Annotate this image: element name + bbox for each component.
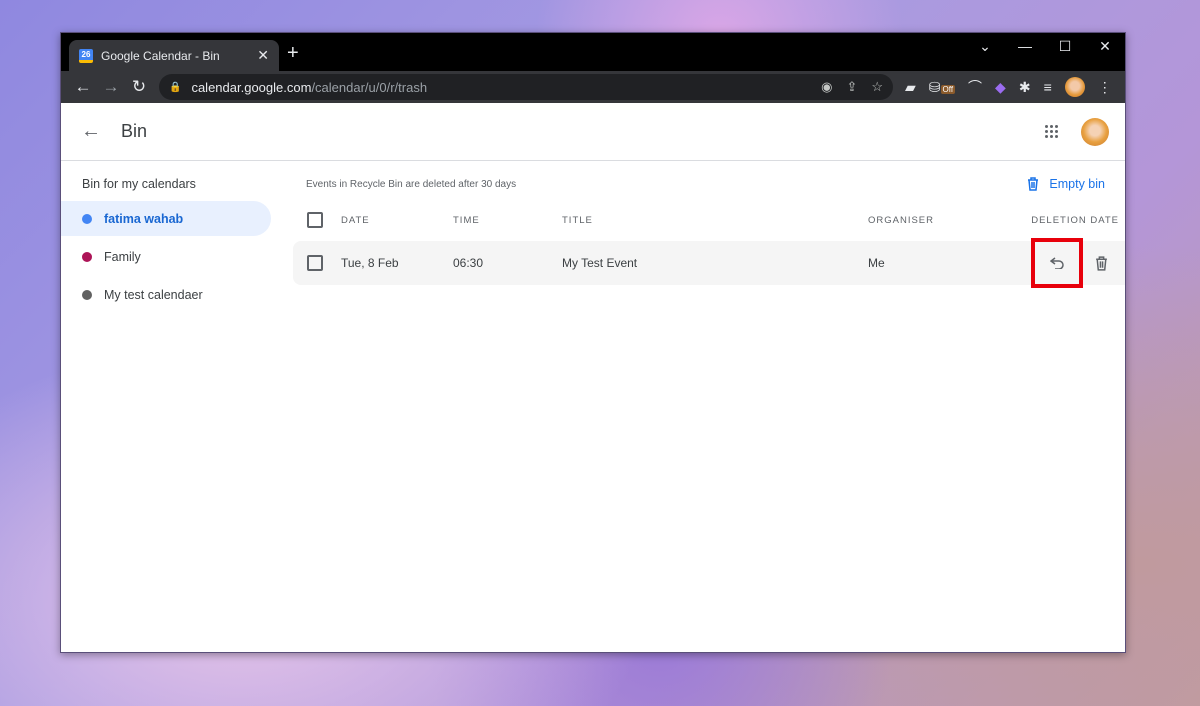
sidebar-item-family[interactable]: Family	[61, 239, 291, 274]
trash-icon	[1028, 177, 1039, 191]
empty-bin-button[interactable]: Empty bin	[1027, 177, 1105, 191]
column-organiser: ORGANISER	[868, 214, 935, 226]
purple-extension-icon[interactable]: ◆	[995, 79, 1006, 96]
reload-icon[interactable]: ↻	[125, 77, 153, 97]
window-controls: ⌄ — ☐ ✕	[965, 33, 1125, 61]
calendar-color-dot	[82, 213, 92, 224]
url-host: calendar.google.com	[191, 79, 312, 95]
sidebar-item-label: Family	[104, 249, 141, 264]
empty-bin-label: Empty bin	[1049, 177, 1105, 191]
sidebar: Bin for my calendars fatima wahab Family…	[61, 161, 291, 312]
sidebar-heading: Bin for my calendars	[82, 177, 196, 191]
profile-avatar-small[interactable]	[1064, 77, 1085, 97]
forward-icon[interactable]: →	[97, 77, 125, 97]
restore-undo-icon	[1050, 257, 1064, 269]
select-all-checkbox[interactable]	[307, 212, 323, 228]
maximize-button[interactable]: ☐	[1045, 33, 1085, 61]
extensions-area: ▰ ⛁ Off ⌒ ◆ ✱ ≡ ⋮	[905, 77, 1112, 97]
back-icon[interactable]: ←	[69, 77, 97, 97]
puzzle-extensions-icon[interactable]: ✱	[1019, 79, 1031, 96]
arc-extension-icon[interactable]: ⌒	[968, 77, 982, 97]
event-title: My Test Event	[562, 256, 638, 270]
note-extension-icon[interactable]: ▰	[905, 79, 916, 96]
close-window-button[interactable]: ✕	[1085, 33, 1125, 61]
restore-button[interactable]	[1031, 238, 1083, 288]
calendar-color-dot	[82, 251, 92, 262]
sidebar-item-label: My test calendaer	[104, 287, 203, 302]
menu-kebab-icon[interactable]: ⋮	[1098, 79, 1112, 96]
media-control-icon[interactable]: ≡	[1044, 79, 1052, 95]
bin-main: Events in Recycle Bin are deleted after …	[291, 161, 1125, 312]
tab-title: Google Calendar - Bin	[101, 48, 220, 63]
tab-strip: 26 Google Calendar - Bin ✕ + ⌄ — ☐ ✕	[61, 33, 1125, 71]
bookmark-star-icon[interactable]: ☆	[871, 79, 883, 95]
event-date: Tue, 8 Feb	[341, 256, 399, 270]
address-bar[interactable]: 🔒 calendar.google.com/calendar/u/0/r/tra…	[159, 74, 893, 100]
google-apps-icon[interactable]	[1045, 124, 1059, 139]
url-path: /calendar/u/0/r/trash	[311, 79, 428, 95]
tab-search-icon[interactable]: ⌄	[965, 33, 1005, 61]
sidebar-item-label: fatima wahab	[104, 211, 184, 226]
table-header: DATE TIME TITLE ORGANISER DELETION DATE	[293, 207, 1125, 233]
column-date: DATE	[341, 214, 370, 226]
table-row[interactable]: Tue, 8 Feb 06:30 My Test Event Me	[293, 238, 1125, 288]
delete-forever-button[interactable]	[1095, 255, 1108, 271]
browser-tab[interactable]: 26 Google Calendar - Bin ✕	[69, 40, 279, 71]
new-tab-button[interactable]: +	[287, 42, 299, 65]
browser-toolbar: ← → ↻ 🔒 calendar.google.com/calendar/u/0…	[61, 71, 1125, 103]
column-time: TIME	[453, 214, 480, 226]
tab-close-icon[interactable]: ✕	[257, 47, 269, 64]
back-arrow-icon[interactable]: ←	[81, 120, 105, 143]
event-time: 06:30	[453, 256, 484, 270]
trash-icon	[1096, 255, 1107, 271]
minimize-button[interactable]: —	[1005, 33, 1045, 61]
sidebar-item-my-test-calendaer[interactable]: My test calendaer	[61, 277, 291, 312]
off-extension-icon[interactable]: ⛁ Off	[929, 79, 956, 96]
sidebar-item-fatima-wahab[interactable]: fatima wahab	[61, 201, 271, 236]
page-title: Bin	[121, 121, 148, 141]
eye-icon[interactable]: ◉	[821, 79, 832, 95]
retention-info: Events in Recycle Bin are deleted after …	[306, 178, 517, 190]
column-title: TITLE	[562, 214, 593, 226]
browser-window: 26 Google Calendar - Bin ✕ + ⌄ — ☐ ✕ ← →…	[60, 32, 1126, 653]
share-icon[interactable]: ⇪	[846, 79, 857, 95]
account-avatar[interactable]	[1081, 117, 1109, 146]
calendar-color-dot	[82, 289, 92, 300]
row-checkbox[interactable]	[307, 255, 323, 271]
event-organiser: Me	[868, 256, 885, 270]
lock-icon: 🔒	[169, 81, 182, 93]
calendar-favicon-icon: 26	[79, 48, 93, 63]
column-deletion-date: DELETION DATE	[1031, 214, 1119, 226]
app-header: ← Bin	[61, 103, 1125, 161]
